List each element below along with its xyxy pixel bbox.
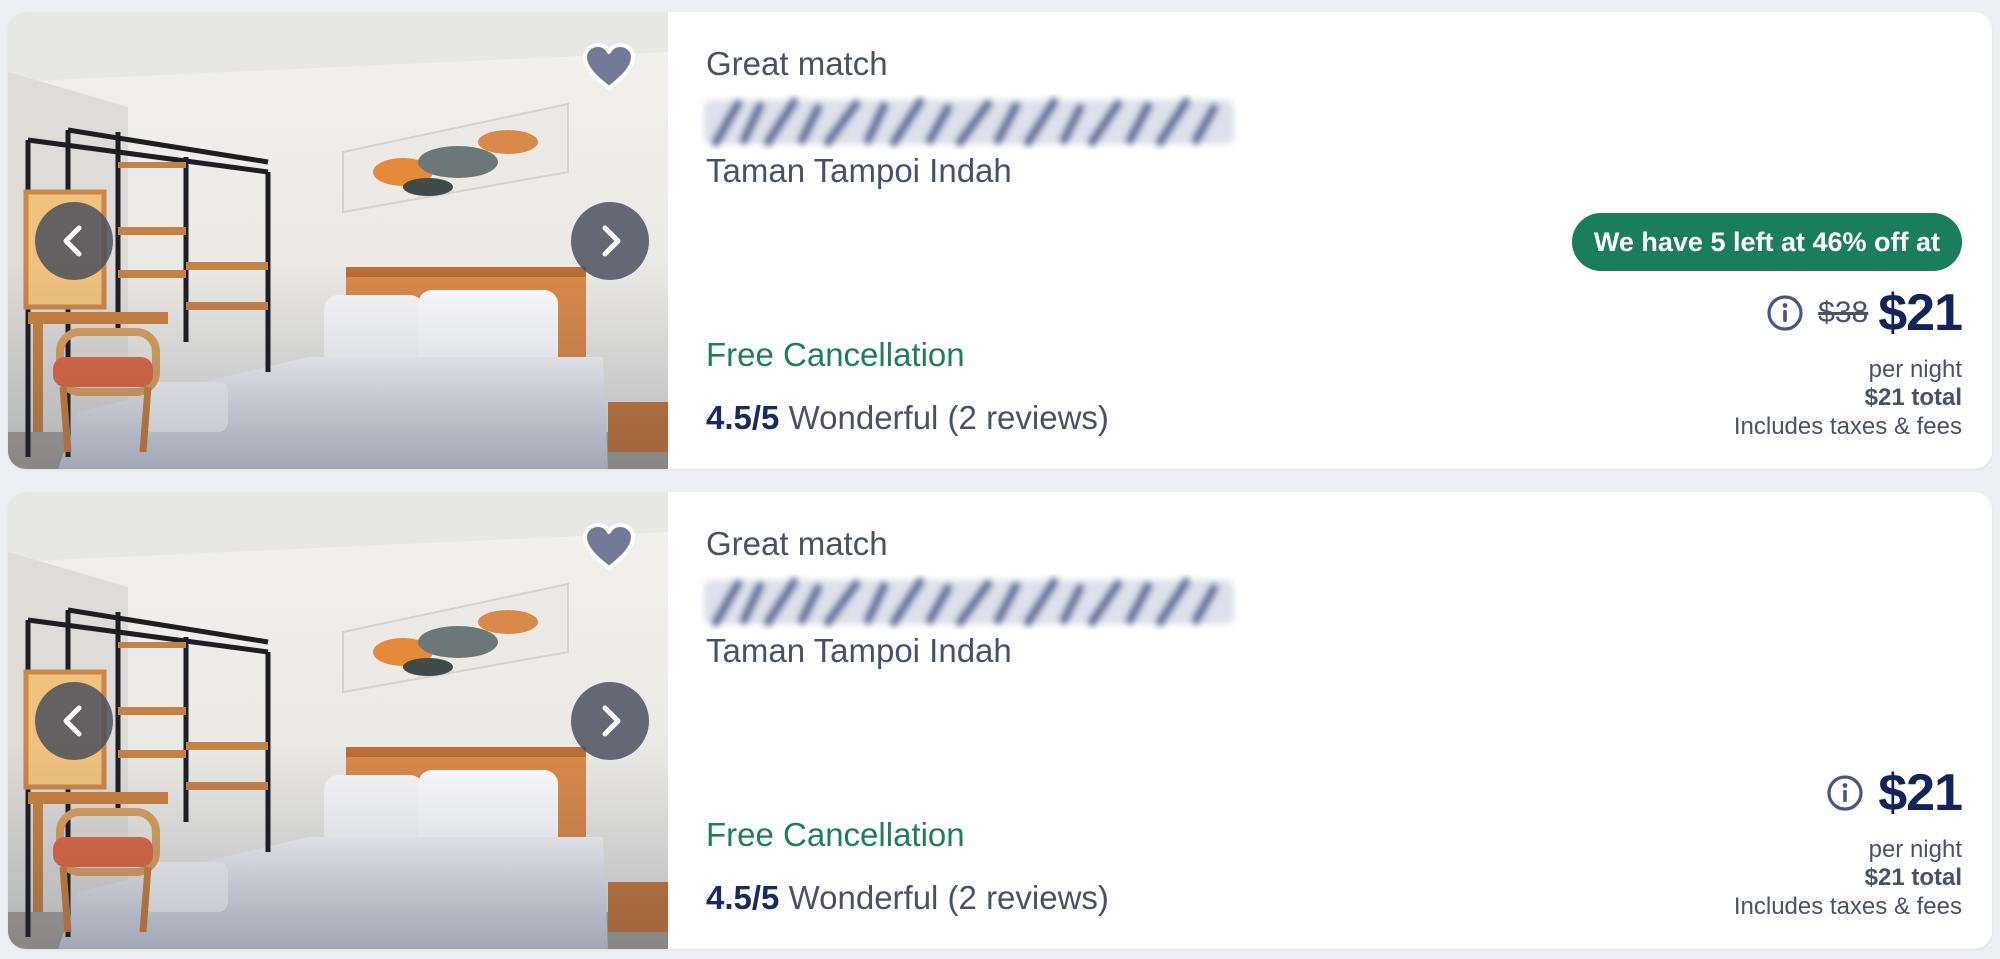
chevron-left-icon <box>63 705 82 737</box>
free-cancellation-label: Free Cancellation <box>706 816 965 853</box>
price-row: $38 $21 <box>1766 282 1963 344</box>
hotel-info: Great match Taman Tampoi Indah Free Canc… <box>698 492 1358 949</box>
hotel-location: Taman Tampoi Indah <box>706 632 1012 669</box>
hotel-location: Taman Tampoi Indah <box>706 152 1012 189</box>
original-price: $38 <box>1818 296 1869 329</box>
rating: 4.5/5 Wonderful (2 reviews) <box>706 399 1109 437</box>
rating-text: Wonderful (2 reviews) <box>788 399 1109 436</box>
match-label: Great match <box>706 45 888 82</box>
heart-icon[interactable] <box>582 522 636 572</box>
total-price: $21 total <box>1864 384 1962 411</box>
hotel-card[interactable]: Great match Taman Tampoi Indah Free Canc… <box>8 12 1992 469</box>
price-row: $21 <box>1826 762 1963 824</box>
hotel-results-list: Great match Taman Tampoi Indah Free Canc… <box>0 0 2000 959</box>
next-photo-button[interactable] <box>571 202 649 280</box>
free-cancellation-label: Free Cancellation <box>706 336 965 373</box>
heart-icon[interactable] <box>582 42 636 92</box>
rating: 4.5/5 Wonderful (2 reviews) <box>706 879 1109 917</box>
price-panel: We have 5 left at 46% off at $38 $21 per… <box>1402 12 1963 469</box>
per-night-label: per night <box>1868 356 1962 383</box>
rating-score: 4.5/5 <box>706 879 780 916</box>
chevron-right-icon <box>602 705 621 737</box>
hotel-photo[interactable] <box>8 492 668 949</box>
hotel-info: Great match Taman Tampoi Indah Free Canc… <box>698 12 1358 469</box>
current-price: $21 <box>1878 764 1963 822</box>
taxes-note: Includes taxes & fees <box>1733 893 1962 920</box>
rating-text: Wonderful (2 reviews) <box>788 879 1109 916</box>
price-panel: $21 per night $21 total Includes taxes &… <box>1402 492 1963 949</box>
hotel-name-redacted[interactable] <box>698 574 1240 630</box>
previous-photo-button[interactable] <box>35 682 113 760</box>
current-price: $21 <box>1878 284 1963 342</box>
per-night-label: per night <box>1868 836 1962 863</box>
previous-photo-button[interactable] <box>35 202 113 280</box>
match-label: Great match <box>706 525 888 562</box>
hotel-photo[interactable] <box>8 12 668 469</box>
total-price: $21 total <box>1864 864 1962 891</box>
rating-score: 4.5/5 <box>706 399 780 436</box>
taxes-note: Includes taxes & fees <box>1733 413 1962 440</box>
next-photo-button[interactable] <box>571 682 649 760</box>
info-icon[interactable] <box>1826 774 1864 812</box>
hotel-name-redacted[interactable] <box>698 94 1240 150</box>
chevron-right-icon <box>602 225 621 257</box>
chevron-left-icon <box>63 225 82 257</box>
hotel-card[interactable]: Great match Taman Tampoi Indah Free Canc… <box>8 492 1992 949</box>
deal-badge: We have 5 left at 46% off at <box>1571 213 1962 271</box>
info-icon[interactable] <box>1766 294 1804 332</box>
